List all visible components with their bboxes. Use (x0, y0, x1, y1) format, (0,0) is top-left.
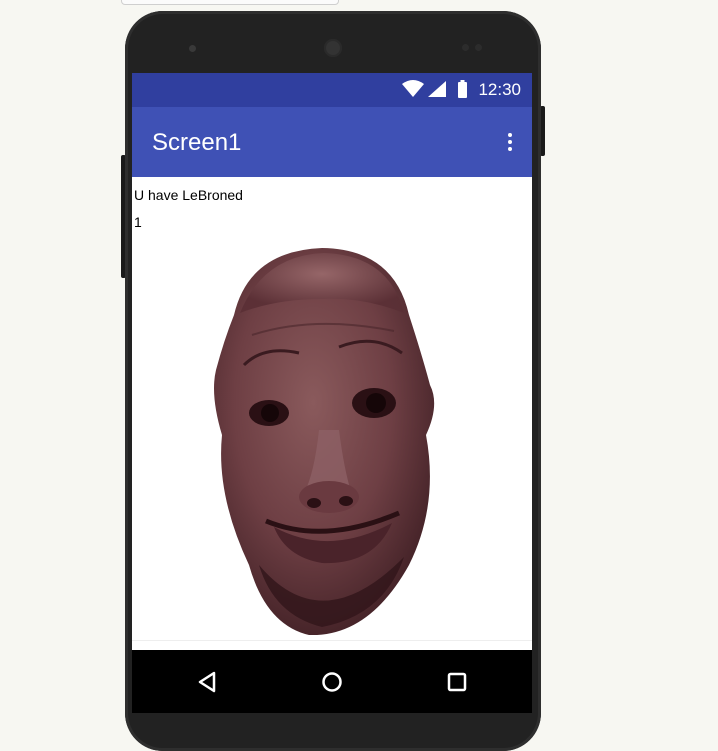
app-bar: Screen1 (132, 107, 532, 177)
content-divider (132, 640, 532, 641)
lebroned-label: U have LeBroned (134, 187, 243, 203)
status-bar: 12:30 (132, 73, 532, 107)
overflow-menu-icon[interactable] (502, 129, 518, 155)
count-label: 1 (134, 214, 142, 230)
face-photo (214, 248, 435, 636)
screen-title: Screen1 (152, 129, 242, 156)
recents-square-icon[interactable] (442, 667, 472, 697)
cellular-signal-icon (428, 81, 446, 97)
home-circle-icon[interactable] (317, 667, 347, 697)
status-icons (402, 80, 467, 98)
battery-icon (458, 82, 467, 98)
navigation-bar (132, 650, 532, 713)
light-sensor-2 (475, 44, 482, 51)
proximity-sensor (189, 45, 196, 52)
phone-screen: 12:30 Screen1 U have LeBroned 1 (132, 73, 532, 713)
front-camera (324, 39, 342, 57)
back-triangle-icon[interactable] (192, 667, 222, 697)
top-tab (121, 0, 339, 5)
wifi-icon (402, 80, 424, 97)
status-time: 12:30 (478, 80, 521, 99)
light-sensor-1 (462, 44, 469, 51)
